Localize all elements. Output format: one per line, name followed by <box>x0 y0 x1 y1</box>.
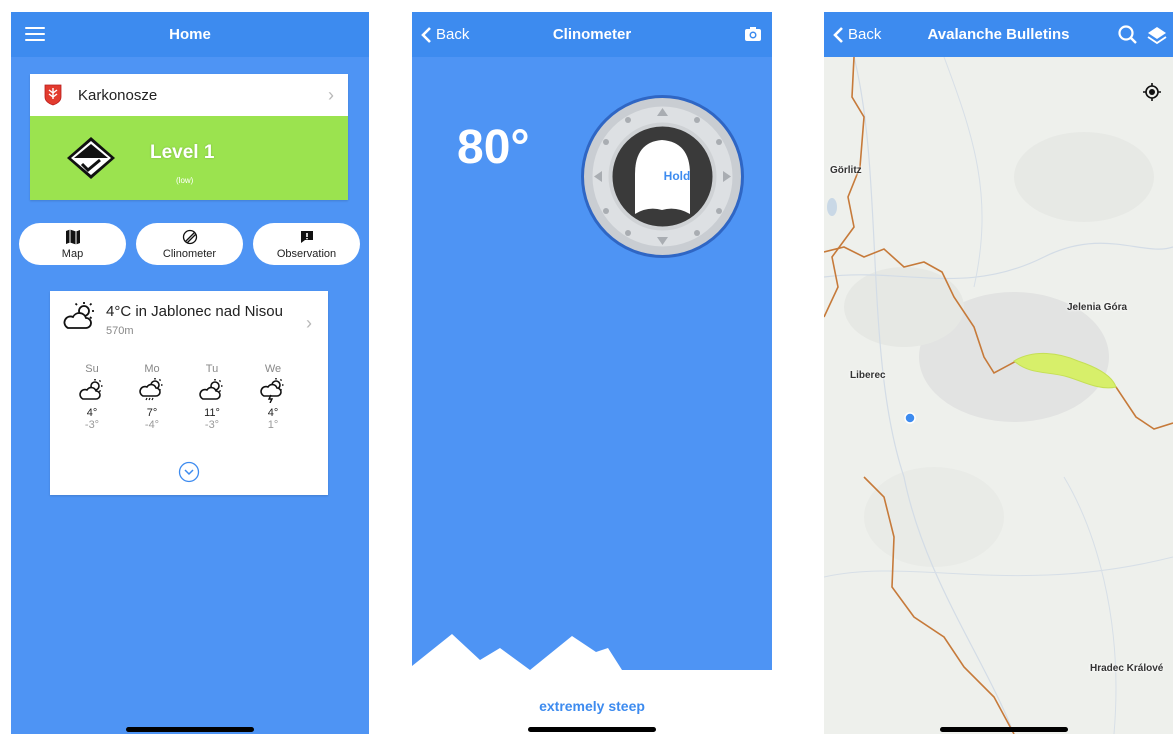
clinometer-button[interactable]: Clinometer <box>136 223 243 265</box>
danger-level-1-icon <box>67 137 115 179</box>
home-navbar: Home <box>11 12 369 57</box>
region-flag-icon <box>44 84 62 106</box>
day-name: Tu <box>205 363 219 375</box>
map-place-label: Hradec Králové <box>1090 663 1164 674</box>
home-indicator <box>940 727 1068 732</box>
clinometer-screen: Back Clinometer 80° Hold extremely steep <box>412 12 772 734</box>
level-subtitle: (low) <box>176 176 194 185</box>
sun-cloud-icon <box>63 302 94 329</box>
clinometer-button-label: Clinometer <box>162 248 217 260</box>
bulletins-navbar: Back Avalanche Bulletins <box>824 12 1173 57</box>
level-title: Level 1 <box>150 142 215 163</box>
forecast-day: Tu 11° -3° <box>192 363 232 431</box>
map-place-label: Liberec <box>850 370 886 381</box>
forecast-day: Mo 7° -4° <box>132 363 172 431</box>
weather-card[interactable]: 4°C in Jablonec nad Nisou 570m › Su 4° -… <box>50 291 328 495</box>
sun-rain-icon <box>139 378 163 401</box>
weather-title: 4°C in Jablonec nad Nisou <box>106 303 283 320</box>
page-title: Home <box>169 26 211 43</box>
day-name: Mo <box>144 363 160 375</box>
day-low: 1° <box>267 419 279 431</box>
hold-label[interactable]: Hold <box>664 169 691 183</box>
search-icon[interactable] <box>1118 25 1137 44</box>
mountains-illustration <box>412 634 772 672</box>
forecast-day: We 4° 1° <box>253 363 293 431</box>
angle-readout: 80° <box>457 121 530 174</box>
day-high: 7° <box>146 407 158 419</box>
home-indicator <box>126 727 254 732</box>
chevron-right-icon: › <box>328 84 334 105</box>
day-name: Su <box>85 363 99 375</box>
clinometer-dial[interactable]: Hold <box>580 94 745 259</box>
map-view[interactable] <box>824 57 1173 734</box>
observation-icon <box>300 231 313 243</box>
region-row[interactable]: Karkonosze › <box>30 74 348 116</box>
day-high: 4° <box>267 407 279 419</box>
sun-cloud-icon <box>79 379 103 400</box>
layers-icon[interactable] <box>1147 27 1167 45</box>
chevron-down-circle-icon[interactable] <box>178 461 200 483</box>
map-button[interactable]: Map <box>19 223 126 265</box>
locate-me-icon[interactable] <box>1142 82 1162 102</box>
day-low: -4° <box>144 419 160 431</box>
camera-icon[interactable] <box>744 26 762 42</box>
map-place-label: Görlitz <box>830 165 862 176</box>
bulletins-screen: Back Avalanche Bulletins Görlitz Jelenia… <box>824 12 1173 734</box>
map-place-label: Jelenia Góra <box>1067 302 1128 313</box>
observation-button-label: Observation <box>276 248 337 260</box>
day-high: 11° <box>204 407 220 419</box>
navbar-actions <box>1118 25 1167 45</box>
map-icon <box>65 229 80 245</box>
region-name: Karkonosze <box>78 86 158 104</box>
steepness-label: extremely steep <box>539 698 645 714</box>
weather-elevation: 570m <box>106 325 134 337</box>
day-low: -3° <box>204 419 220 431</box>
day-low: -3° <box>84 419 100 431</box>
danger-level-box[interactable]: Level 1 (low) <box>30 116 348 200</box>
clinometer-icon <box>182 229 197 245</box>
clinometer-navbar: Back Clinometer <box>412 12 772 57</box>
forecast-day: Su 4° -3° <box>72 363 112 431</box>
map-button-label: Map <box>61 248 84 260</box>
page-title: Clinometer <box>552 26 632 43</box>
home-screen: Home Karkonosze › Level 1 (low) Map Clin… <box>11 12 369 734</box>
day-high: 4° <box>86 407 98 419</box>
chevron-right-icon: › <box>306 313 312 333</box>
observation-button[interactable]: Observation <box>253 223 360 265</box>
home-indicator <box>528 727 656 732</box>
storm-icon <box>260 378 284 403</box>
day-name: We <box>264 363 282 375</box>
region-card[interactable]: Karkonosze › Level 1 (low) <box>30 74 348 200</box>
sun-cloud-icon <box>199 379 223 400</box>
